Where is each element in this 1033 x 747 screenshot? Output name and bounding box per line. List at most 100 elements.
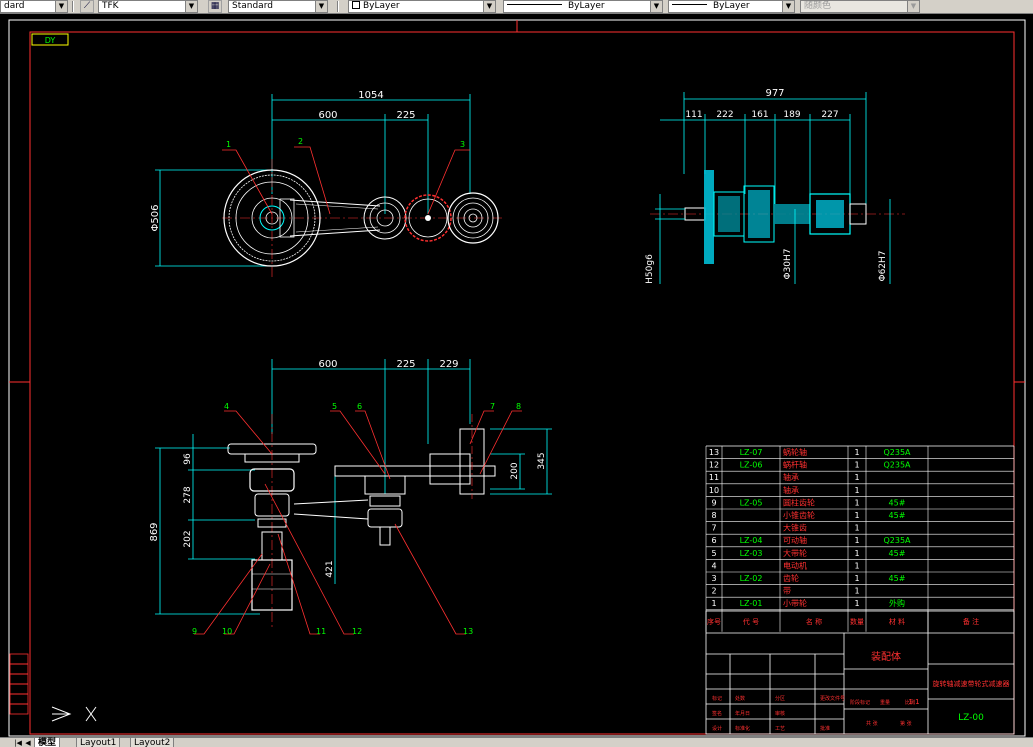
layer-combo[interactable]: ByLayer ▼	[348, 0, 496, 13]
inner-frame	[29, 31, 1015, 735]
dropdown-arrow-icon[interactable]: ▼	[483, 1, 495, 12]
dropdown-arrow-icon[interactable]: ▼	[315, 1, 327, 12]
bom-cell-name: 小带轮	[783, 598, 807, 608]
front-view: 600 225 229 869 96 278 202 421 200 345 4…	[149, 359, 552, 636]
color-swatch-icon	[352, 1, 360, 9]
title-block-label: 审核	[775, 710, 785, 717]
lineweight-combo[interactable]: ByLayer ▼	[668, 0, 795, 13]
title-block-label: 比例	[905, 699, 915, 706]
linetype-value: ByLayer	[568, 1, 605, 11]
layer-value: ByLayer	[363, 1, 400, 11]
bom-cell-qty: 1	[854, 473, 859, 482]
toolbar-separator	[337, 1, 339, 12]
text-style-combo[interactable]: dard ▼	[0, 0, 68, 13]
bom-cell-mat: Q235A	[883, 461, 911, 470]
tab-layout2[interactable]: Layout2	[130, 738, 175, 747]
lineweight-value: ByLayer	[713, 1, 750, 11]
bom-cell-qty: 1	[854, 486, 859, 495]
dim-text: 227	[821, 110, 838, 120]
dim-style-value: TFK	[102, 1, 119, 11]
bom-cell-no: 3	[711, 574, 716, 583]
balloon-label: 8	[516, 402, 521, 411]
dropdown-arrow-icon[interactable]: ▼	[55, 1, 67, 12]
dim-text: Φ30H7	[783, 248, 793, 279]
dim-style-icon[interactable]: ⟋	[80, 0, 94, 13]
drawing-description: 旋转轴减速带轮式减速器	[933, 679, 1010, 688]
plot-style-value: 随颜色	[804, 1, 832, 11]
dim-style-combo[interactable]: TFK ▼	[98, 0, 198, 13]
bom-cell-mat: 45#	[889, 549, 906, 558]
bom-cell-mat: 外购	[889, 598, 905, 608]
dim-text: 225	[396, 110, 415, 121]
bom-cell-name: 圆柱齿轮	[783, 497, 815, 507]
table-style-icon[interactable]: ▦	[208, 0, 222, 13]
dim-text: 222	[716, 110, 733, 120]
dim-text: 111	[685, 110, 702, 120]
bom-cell-qty: 1	[854, 524, 859, 533]
dim-text: 345	[537, 452, 547, 469]
lineweight-preview	[672, 4, 707, 5]
table-style-combo[interactable]: Standard ▼	[228, 0, 328, 13]
dim-text: 202	[183, 530, 193, 547]
bom-cell-no: 10	[709, 486, 719, 495]
bom-cell-no: 8	[711, 511, 716, 520]
table-style-value: Standard	[232, 1, 273, 11]
bom-cell-no: 5	[711, 549, 716, 558]
title-block-label: 设计	[712, 725, 722, 732]
bom-cell-name: 大锥齿	[783, 523, 807, 533]
bom-header-cell: 名 称	[806, 617, 822, 626]
bom-cell-qty: 1	[854, 587, 859, 596]
bom-cell-mat: 45#	[889, 574, 906, 583]
bom-cell-qty: 1	[854, 461, 859, 470]
balloon-label: 3	[460, 140, 465, 149]
bom-cell-no: 12	[709, 461, 719, 470]
bom-cell-no: 1	[711, 599, 716, 608]
dropdown-arrow-icon[interactable]: ▼	[650, 1, 662, 12]
bom-cell-mat: 45#	[889, 498, 906, 507]
dim-text: 161	[751, 110, 768, 120]
dropdown-arrow-icon[interactable]: ▼	[185, 1, 197, 12]
tab-model[interactable]: 模型	[34, 738, 61, 747]
bom-cell-name: 蜗杆轴	[783, 460, 807, 470]
balloon-label: 11	[316, 627, 326, 636]
balloon-label: 9	[192, 627, 197, 636]
bom-cell-qty: 1	[854, 599, 859, 608]
tab-first-icon[interactable]: |◀	[14, 738, 22, 747]
tab-prev-icon[interactable]: ◀	[24, 738, 32, 747]
drawing-number: LZ-00	[958, 713, 984, 723]
bom-cell-mat: 45#	[889, 511, 906, 520]
dim-text: Φ62H7	[878, 250, 888, 281]
outer-frame	[8, 19, 1026, 737]
plot-style-combo[interactable]: 随颜色 ▼	[800, 0, 920, 13]
bom-cell-qty: 1	[854, 511, 859, 520]
bom-cell-no: 11	[709, 473, 719, 482]
bom-cell-name: 小锥齿轮	[783, 510, 815, 520]
dropdown-arrow-icon[interactable]: ▼	[782, 1, 794, 12]
bom-header-cell: 材 料	[889, 617, 905, 626]
dim-text: Φ506	[150, 205, 161, 232]
bom-cell-no: 6	[711, 536, 716, 545]
linetype-combo[interactable]: ByLayer ▼	[503, 0, 663, 13]
properties-toolbar: dard ▼ ⟋ TFK ▼ ▦ Standard ▼ ByLayer ▼ ByLaye…	[0, 0, 1033, 14]
title-block-label: 工艺	[775, 726, 785, 732]
dim-text: H50g6	[645, 254, 655, 284]
tab-layout1[interactable]: Layout1	[76, 738, 121, 747]
left-legend	[9, 653, 29, 715]
bom-cell-qty: 1	[854, 561, 859, 570]
dim-text: 189	[783, 110, 800, 120]
bom-cell-name: 齿轮	[783, 573, 799, 583]
title-block-label: 签名	[712, 710, 722, 717]
text-style-value: dard	[4, 1, 25, 11]
dim-text: 421	[325, 560, 335, 577]
bom-cell-qty: 1	[854, 549, 859, 558]
bom-header-cell: 数量	[850, 617, 864, 626]
bom-header-cell: 代 号	[743, 617, 759, 626]
bom-cell-no: 9	[711, 498, 716, 507]
drawing-canvas[interactable]: DY 1054 600 225 Φ506 1 2 3 977 111 222 1…	[0, 14, 1033, 737]
bom-cell-name: 大带轮	[783, 548, 807, 558]
bom-cell-mat: Q235A	[883, 536, 911, 545]
bom-cell-no: 13	[709, 448, 719, 457]
bom-cell-name: 带	[783, 587, 791, 596]
bom-cell-code: LZ-04	[740, 536, 763, 545]
dropdown-arrow-icon[interactable]: ▼	[907, 1, 919, 12]
